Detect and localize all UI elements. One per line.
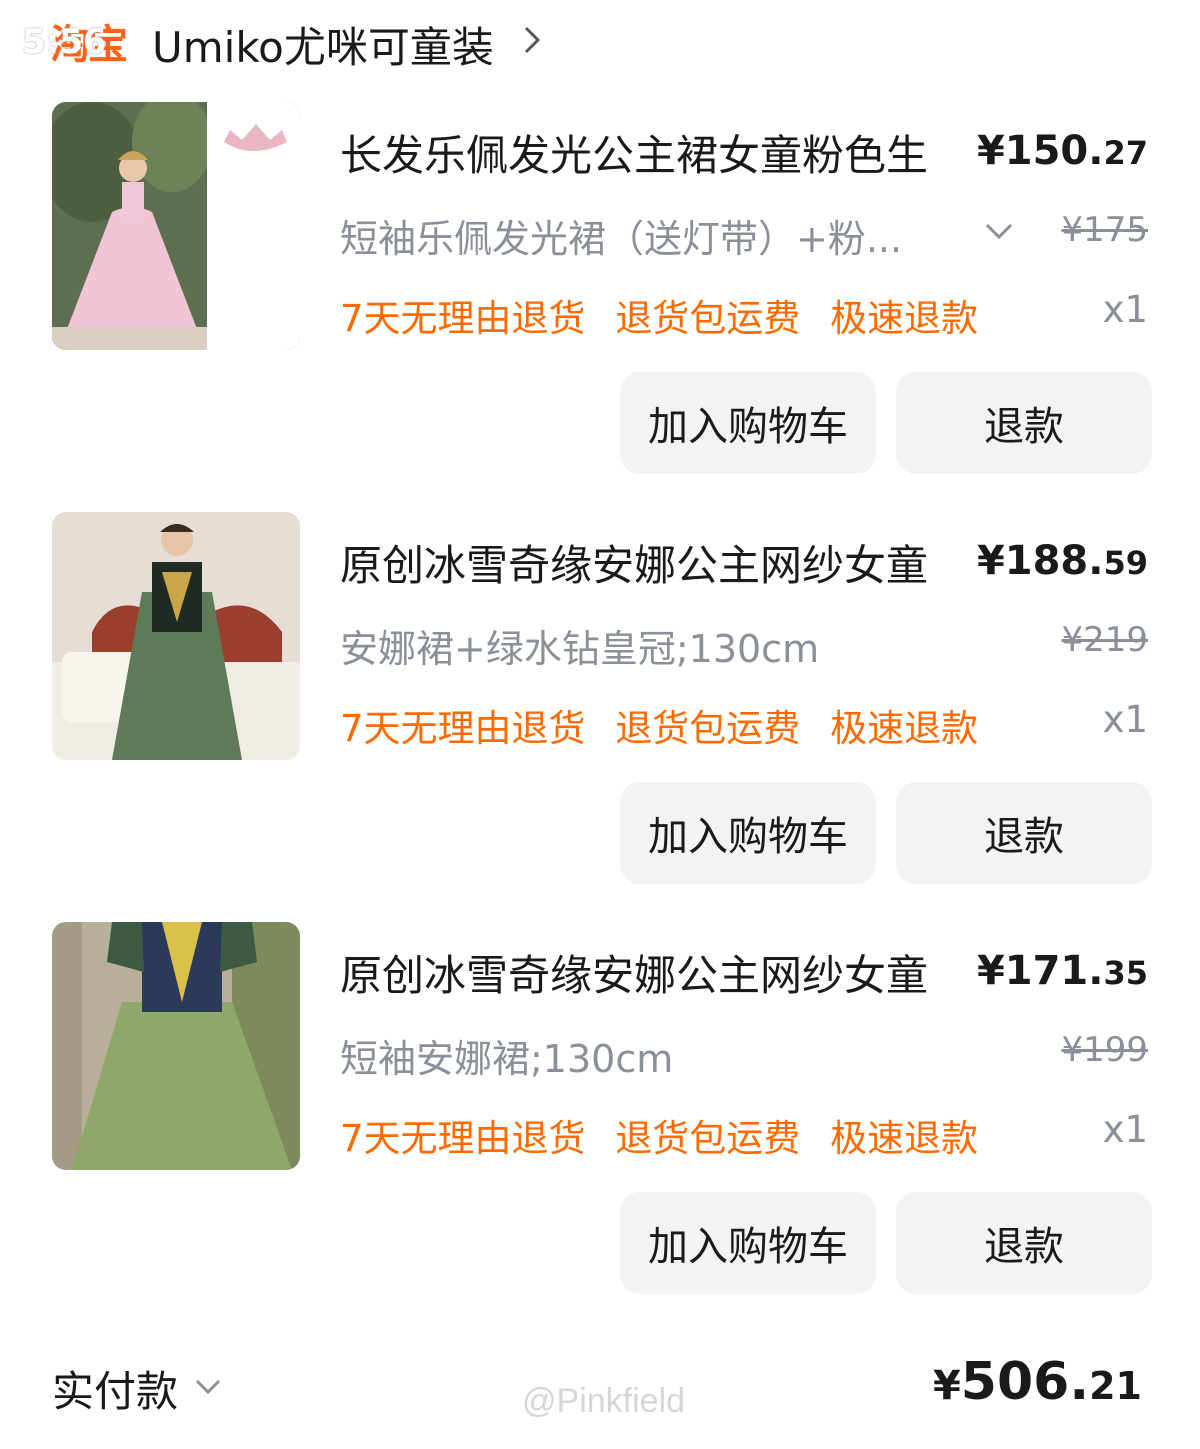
price-integer: ¥188. — [976, 538, 1104, 584]
payment-summary: 实付款 @Pinkfield ¥506.21 — [0, 1340, 1200, 1440]
shop-name[interactable]: Umiko尤咪可童装 — [152, 14, 494, 75]
total-amount: ¥506.21 — [933, 1352, 1142, 1412]
product-spec[interactable]: 短袖乐佩发光裙（送灯带）+粉... — [340, 208, 902, 263]
price-decimal: 27 — [1103, 134, 1148, 172]
add-to-cart-button[interactable]: 加入购物车 — [620, 1192, 876, 1294]
total-integer: 506. — [960, 1352, 1090, 1412]
refund-button[interactable]: 退款 — [896, 372, 1152, 474]
product-spec[interactable]: 安娜裙+绿水钻皇冠;130cm — [340, 618, 819, 673]
price-integer: ¥171. — [976, 948, 1104, 994]
status-time: 5:56 — [22, 22, 107, 62]
order-item: 原创冰雪奇缘安娜公主网纱女童 ¥188.59 安娜裙+绿水钻皇冠;130cm ¥… — [0, 512, 1200, 922]
add-to-cart-button[interactable]: 加入购物车 — [620, 782, 876, 884]
product-spec[interactable]: 短袖安娜裙;130cm — [340, 1028, 673, 1083]
original-price: ¥199 — [1061, 1030, 1148, 1070]
original-price: ¥219 — [1061, 620, 1148, 660]
total-currency: ¥ — [932, 1363, 961, 1409]
total-decimal: 21 — [1089, 1364, 1142, 1408]
price-integer: ¥150. — [976, 128, 1104, 174]
chevron-down-icon[interactable] — [192, 1376, 224, 1398]
order-item: 原创冰雪奇缘安娜公主网纱女童 ¥171.35 短袖安娜裙;130cm ¥199 … — [0, 922, 1200, 1332]
tag-no-reason-return: 7天无理由退货 — [340, 707, 586, 750]
service-tags: 7天无理由退货 退货包运费 极速退款 — [340, 698, 996, 752]
price-decimal: 35 — [1103, 954, 1148, 992]
product-title[interactable]: 长发乐佩发光公主裙女童粉色生 — [340, 122, 980, 183]
quantity: x1 — [1102, 1108, 1148, 1151]
tag-no-reason-return: 7天无理由退货 — [340, 297, 586, 340]
tag-no-reason-return: 7天无理由退货 — [340, 1117, 586, 1160]
product-image[interactable] — [52, 102, 300, 350]
refund-button[interactable]: 退款 — [896, 782, 1152, 884]
tag-free-return-shipping: 退货包运费 — [615, 707, 801, 750]
chevron-down-icon[interactable] — [982, 220, 1016, 242]
price-decimal: 59 — [1103, 544, 1148, 582]
add-to-cart-button[interactable]: 加入购物车 — [620, 372, 876, 474]
order-item: 长发乐佩发光公主裙女童粉色生 ¥150.27 短袖乐佩发光裙（送灯带）+粉...… — [0, 102, 1200, 512]
service-tags: 7天无理由退货 退货包运费 极速退款 — [340, 288, 996, 342]
tag-fast-refund: 极速退款 — [830, 1117, 979, 1160]
refund-button[interactable]: 退款 — [896, 1192, 1152, 1294]
service-tags: 7天无理由退货 退货包运费 极速退款 — [340, 1108, 996, 1162]
tag-fast-refund: 极速退款 — [830, 297, 979, 340]
quantity: x1 — [1102, 698, 1148, 741]
original-price: ¥175 — [1061, 210, 1148, 250]
tag-free-return-shipping: 退货包运费 — [615, 297, 801, 340]
product-title[interactable]: 原创冰雪奇缘安娜公主网纱女童 — [340, 532, 980, 593]
product-price: ¥188.59 — [977, 538, 1148, 584]
watermark: @Pinkfield — [522, 1382, 686, 1420]
product-title[interactable]: 原创冰雪奇缘安娜公主网纱女童 — [340, 942, 980, 1003]
product-image[interactable] — [52, 922, 300, 1170]
chevron-right-icon[interactable] — [520, 22, 544, 58]
shop-header[interactable]: 淘宝 5:56 Umiko尤咪可童装 — [0, 0, 1200, 80]
tag-free-return-shipping: 退货包运费 — [615, 1117, 801, 1160]
pay-label[interactable]: 实付款 — [52, 1358, 178, 1419]
product-image[interactable] — [52, 512, 300, 760]
tag-fast-refund: 极速退款 — [830, 707, 979, 750]
product-price: ¥171.35 — [977, 948, 1148, 994]
product-price: ¥150.27 — [977, 128, 1148, 174]
quantity: x1 — [1102, 288, 1148, 331]
